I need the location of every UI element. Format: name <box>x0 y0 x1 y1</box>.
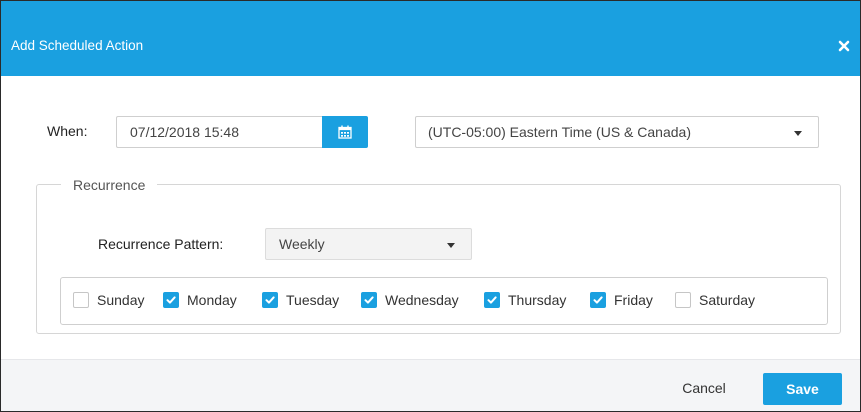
checkbox-tuesday[interactable] <box>262 292 278 308</box>
checkbox-saturday[interactable] <box>675 292 691 308</box>
dialog-footer: Cancel Save <box>1 359 860 411</box>
dialog-title: Add Scheduled Action <box>11 38 144 53</box>
recurrence-pattern-label: Recurrence Pattern: <box>98 236 224 252</box>
checkmark-icon <box>166 296 176 304</box>
checkmark-icon <box>593 296 603 304</box>
timezone-select[interactable]: (UTC-05:00) Eastern Time (US & Canada) <box>415 116 819 148</box>
when-label: When: <box>47 123 88 139</box>
timezone-value: (UTC-05:00) Eastern Time (US & Canada) <box>428 124 691 140</box>
checkbox-monday[interactable] <box>163 292 179 308</box>
recurrence-pattern-value: Weekly <box>279 236 325 252</box>
day-label: Tuesday <box>286 292 340 308</box>
calendar-button[interactable] <box>322 116 368 148</box>
day-label: Sunday <box>97 292 145 308</box>
recurrence-legend: Recurrence <box>61 177 158 193</box>
checkmark-icon <box>364 296 374 304</box>
recurrence-pattern-select[interactable]: Weekly <box>265 228 472 260</box>
day-label: Wednesday <box>385 292 459 308</box>
cancel-button[interactable]: Cancel <box>665 373 743 403</box>
chevron-down-icon <box>794 131 802 136</box>
save-button[interactable]: Save <box>763 373 842 405</box>
day-label: Friday <box>614 292 653 308</box>
datetime-input[interactable] <box>116 116 322 148</box>
day-label: Saturday <box>699 292 756 308</box>
day-label: Monday <box>187 292 237 308</box>
chevron-down-icon <box>447 243 455 248</box>
checkmark-icon <box>265 296 275 304</box>
dialog-header: Add Scheduled Action <box>1 1 860 76</box>
weekday-selector: Sunday Monday Tuesday Wednesday Thursday… <box>60 277 828 325</box>
checkbox-sunday[interactable] <box>73 292 89 308</box>
checkbox-friday[interactable] <box>590 292 606 308</box>
day-label: Thursday <box>508 292 567 308</box>
calendar-icon <box>338 125 352 139</box>
close-icon[interactable] <box>837 39 851 53</box>
checkbox-thursday[interactable] <box>484 292 500 308</box>
checkbox-wednesday[interactable] <box>361 292 377 308</box>
checkmark-icon <box>487 296 497 304</box>
add-scheduled-action-dialog: Add Scheduled Action When: (UTC-05:00) E… <box>0 0 861 412</box>
